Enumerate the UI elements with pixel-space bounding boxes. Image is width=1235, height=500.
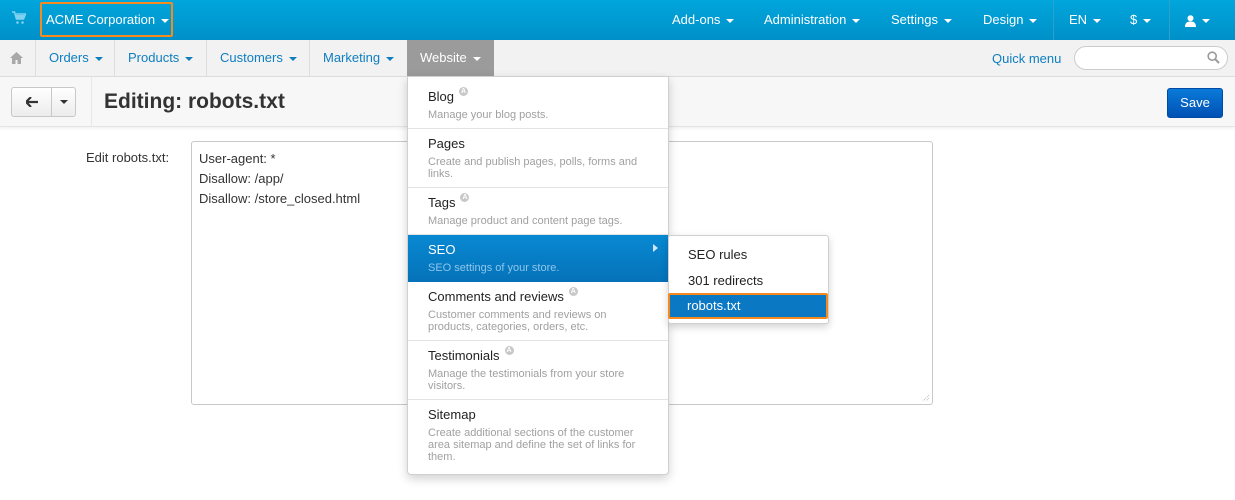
menu-item-comments-reviews[interactable]: Comments and reviews A Customer comments … [408,282,668,341]
chevron-down-icon [726,18,735,23]
search-input[interactable] [1074,46,1228,70]
admin-badge-icon: A [568,287,578,296]
chevron-down-icon [386,56,395,61]
chevron-down-icon [161,18,170,23]
menu-addons[interactable]: Add-ons [672,0,735,40]
menu-item-title: SEO [428,242,456,257]
admin-badge-icon: A [460,193,470,202]
menu-administration[interactable]: Administration [764,0,861,40]
cart-icon[interactable] [12,11,26,25]
chevron-down-icon [59,99,68,104]
chevron-down-icon [288,56,297,61]
chevron-down-icon [472,56,481,61]
nav-products[interactable]: Products [128,40,194,76]
language-label: EN [1069,12,1088,27]
nav-label: Products [128,50,180,65]
menu-item-title: Blog [428,89,455,104]
submenu-item-robots-txt[interactable]: robots.txt [668,293,828,319]
back-button-group [11,87,76,117]
submenu-item-301-redirects[interactable]: 301 redirects [669,268,828,294]
menu-item-title: Pages [428,136,465,151]
menu-item-title: Tags [428,195,456,210]
quick-menu-link[interactable]: Quick menu [992,51,1061,66]
menu-item-title: Comments and reviews [428,289,564,304]
divider [309,40,310,76]
chevron-down-icon [185,56,194,61]
nav-website[interactable]: Website [407,40,494,76]
submenu-item-seo-rules[interactable]: SEO rules [669,242,828,268]
save-button[interactable]: Save [1167,88,1223,118]
divider [206,40,207,76]
user-menu[interactable] [1185,0,1210,40]
back-dropdown-button[interactable] [52,88,75,116]
menu-item-seo[interactable]: SEO SEO settings of your store. [408,235,668,282]
user-icon [1185,14,1196,27]
currency-label: $ [1130,12,1138,27]
nav-label: Marketing [323,50,381,65]
top-bar: ACME Corporation Add-ons Administration … [0,0,1235,40]
nav-marketing[interactable]: Marketing [323,40,395,76]
menu-item-desc: Create and publish pages, polls, forms a… [428,156,638,180]
menu-item-desc: Manage your blog posts. [428,109,549,121]
menu-item-tags[interactable]: Tags A Manage product and content page ta… [408,188,668,235]
menu-settings[interactable]: Settings [891,0,952,40]
nav-label: Orders [49,50,89,65]
menu-item-desc: Manage product and content page tags. [428,215,623,227]
website-dropdown-menu: Blog A Manage your blog posts. Pages Crea… [407,76,669,475]
menu-item-sitemap[interactable]: Sitemap Create additional sections of th… [408,400,668,474]
divider [35,40,36,76]
nav-customers[interactable]: Customers [220,40,297,76]
menu-item-pages[interactable]: Pages Create and publish pages, polls, f… [408,129,668,188]
divider [114,40,115,76]
language-selector[interactable]: EN [1069,0,1102,40]
seo-submenu: SEO rules 301 redirects robots.txt [668,235,829,324]
chevron-down-icon [852,18,861,23]
nav-label: Website [420,50,467,65]
menu-label: Administration [764,12,847,27]
back-button[interactable] [12,88,52,116]
divider [1169,0,1170,40]
menu-design[interactable]: Design [983,0,1038,40]
divider [91,77,92,127]
chevron-down-icon [1029,18,1038,23]
menu-item-desc: SEO settings of your store. [428,262,560,274]
chevron-down-icon [1143,18,1152,23]
menu-item-title: Sitemap [428,407,476,422]
robots-field-label: Edit robots.txt: [86,150,170,165]
admin-badge-icon: A [504,346,514,355]
admin-badge-icon: A [459,87,469,96]
chevron-down-icon [943,18,952,23]
search-icon[interactable] [1207,51,1220,64]
menu-item-desc: Manage the testimonials from your store … [428,368,625,392]
menu-label: Settings [891,12,938,27]
nav-orders[interactable]: Orders [49,40,103,76]
chevron-down-icon [94,56,103,61]
menu-label: Design [983,12,1024,27]
company-name: ACME Corporation [46,12,156,27]
chevron-down-icon [1202,18,1210,23]
menu-item-testimonials[interactable]: Testimonials A Manage the testimonials fr… [408,341,668,400]
menu-label: Add-ons [672,12,721,27]
company-selector[interactable]: ACME Corporation [40,2,173,37]
chevron-down-icon [1093,18,1102,23]
divider [1053,0,1054,40]
menu-item-blog[interactable]: Blog A Manage your blog posts. [408,77,668,129]
arrow-left-icon [26,97,38,107]
menu-item-desc: Create additional sections of the custom… [428,427,636,463]
nav-label: Customers [220,50,283,65]
currency-selector[interactable]: $ [1130,0,1152,40]
main-nav: Orders Products Customers Marketing Webs… [0,40,1235,77]
menu-item-desc: Customer comments and reviews on product… [428,309,607,333]
chevron-right-icon [653,244,658,252]
home-icon[interactable] [10,52,23,64]
resize-handle-icon[interactable] [922,394,930,402]
page-title: Editing: robots.txt [104,90,285,113]
menu-item-title: Testimonials [428,348,500,363]
